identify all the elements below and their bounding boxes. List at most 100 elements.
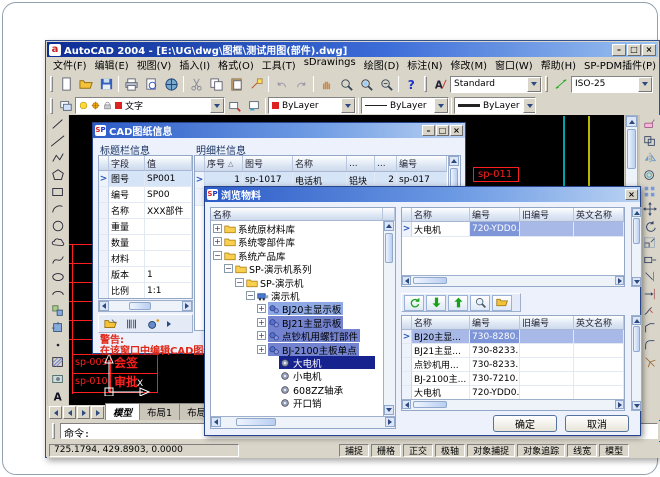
status-toggle-0[interactable]: 捕捉 <box>339 444 369 457</box>
table-row[interactable]: >BJ20主显...730-8280... <box>402 330 624 344</box>
make-block-button[interactable] <box>48 319 68 336</box>
toolbar-grip[interactable] <box>50 98 53 114</box>
tree-node[interactable]: 系统零部件库 <box>224 235 297 248</box>
dialog-close-button[interactable]: × <box>450 125 463 136</box>
tree-item-5[interactable]: −演示机 <box>211 289 383 302</box>
tree-item-0[interactable]: +系统原材料库 <box>211 222 383 235</box>
menu-item-6[interactable]: sDrawings <box>300 56 360 73</box>
toolbar-grip[interactable] <box>424 76 427 92</box>
combo-drop-button[interactable] <box>523 98 536 113</box>
dim-style-combo[interactable]: ISO-25 <box>571 76 653 93</box>
tree-vscrollbar[interactable] <box>383 221 395 417</box>
combo-drop-button[interactable] <box>341 98 355 113</box>
stretch-button[interactable] <box>640 251 660 268</box>
scroll-up-button[interactable] <box>632 316 641 325</box>
expand-plus-icon[interactable]: + <box>213 237 222 246</box>
break-button[interactable] <box>640 302 660 319</box>
scroll-left-button[interactable] <box>402 276 411 285</box>
tree-item-8[interactable]: +点钞机用螺钉部件 <box>211 329 383 342</box>
tree-node[interactable]: BJ-2100主板单点 <box>268 343 359 356</box>
scroll-left-button[interactable] <box>211 417 221 427</box>
tree-node[interactable]: SP-演示机 <box>246 276 305 289</box>
tree-node[interactable]: 点钞机用螺钉部件 <box>268 329 360 342</box>
tree-item-2[interactable]: −系统产品库 <box>211 249 383 262</box>
menu-item-8[interactable]: 标注(N) <box>403 56 446 73</box>
array-button[interactable] <box>640 183 660 200</box>
status-toggle-2[interactable]: 正交 <box>403 444 433 457</box>
toolbar-overflow[interactable] <box>164 321 174 327</box>
scroll-down-button[interactable] <box>632 401 641 410</box>
column-header[interactable]: 字段 <box>109 156 145 171</box>
table-row[interactable]: 名称XXX部件 <box>99 203 192 219</box>
tab-模型[interactable]: 模型 <box>105 403 140 420</box>
column-header[interactable]: 编号 <box>470 316 520 330</box>
combo-drop-button[interactable] <box>210 98 224 113</box>
scrollbar-thumb[interactable] <box>236 418 276 426</box>
undo-button[interactable] <box>271 74 291 94</box>
tree-item-10[interactable]: 大电机 <box>211 356 383 369</box>
scroll-up-button[interactable] <box>626 116 637 127</box>
ellipse-arc-button[interactable] <box>48 285 68 302</box>
scroll-right-button[interactable] <box>182 301 192 311</box>
tree-hscrollbar[interactable] <box>211 416 395 428</box>
table-row[interactable]: >大电机720-YDD0... <box>402 222 624 237</box>
search-button[interactable] <box>470 295 490 311</box>
column-header[interactable]: 序号△ <box>205 156 243 172</box>
tab-nav-next[interactable] <box>77 406 90 419</box>
scroll-down-button[interactable] <box>632 277 641 286</box>
mirror-button[interactable] <box>640 149 660 166</box>
column-header[interactable]: 图号 <box>243 156 293 172</box>
scroll-right-button[interactable] <box>385 417 395 427</box>
tab-nav-first[interactable] <box>49 406 62 419</box>
rotate-button[interactable] <box>640 217 660 234</box>
cancel-button[interactable]: 取消 <box>565 415 629 432</box>
column-header[interactable]: 旧编号 <box>520 316 574 330</box>
text-style-button[interactable]: A <box>430 74 450 94</box>
column-header[interactable]: 名称 <box>412 316 470 330</box>
help-button[interactable]: ? <box>401 74 421 94</box>
open-folder-button[interactable] <box>492 295 512 311</box>
scroll-right-button[interactable] <box>615 400 624 409</box>
layer-previous-button[interactable] <box>244 97 263 114</box>
edit-sheet-button[interactable] <box>101 315 120 332</box>
column-header[interactable]: 编号 <box>397 156 447 172</box>
table-row[interactable]: >图号SP001 <box>99 171 192 187</box>
expand-plus-icon[interactable]: + <box>257 345 266 354</box>
scrollbar-thumb[interactable] <box>385 233 393 263</box>
toolbar-grip[interactable] <box>545 76 548 92</box>
scale-button[interactable] <box>640 234 660 251</box>
titleblock-hscrollbar[interactable] <box>98 300 193 312</box>
column-header[interactable]: 旧编号 <box>520 208 574 222</box>
table-row[interactable]: 比例1:1 <box>99 283 192 299</box>
tree-node[interactable]: 开口销 <box>279 396 324 409</box>
tree-item-6[interactable]: +BJ20主显示板 <box>211 302 383 315</box>
move-button[interactable] <box>640 200 660 217</box>
paste-button[interactable] <box>226 74 246 94</box>
trim-button[interactable] <box>640 268 660 285</box>
plot-button[interactable] <box>121 74 141 94</box>
point-button[interactable] <box>48 336 68 353</box>
chamfer-button[interactable] <box>640 319 660 336</box>
layer-freeze-icon[interactable] <box>91 101 100 110</box>
open-button[interactable] <box>76 74 96 94</box>
status-toggle-3[interactable]: 极轴 <box>435 444 465 457</box>
publish-button[interactable] <box>161 74 181 94</box>
tab-布局1[interactable]: 布局1 <box>139 403 180 420</box>
lineweight-combo[interactable]: ByLayer <box>454 97 536 114</box>
zoom-previous-button[interactable] <box>376 74 396 94</box>
browse-dialog-close-button[interactable]: × <box>625 189 638 200</box>
tree-item-1[interactable]: +系统零部件库 <box>211 235 383 248</box>
construction-line-button[interactable] <box>48 132 68 149</box>
table-row[interactable]: 重量 <box>99 219 192 235</box>
add-part-button[interactable] <box>143 315 162 332</box>
tree-item-13[interactable]: 开口销 <box>211 396 383 409</box>
table-row[interactable]: 材料 <box>99 251 192 267</box>
polyline-button[interactable] <box>48 149 68 166</box>
expand-plus-icon[interactable]: + <box>257 331 266 340</box>
tree-node[interactable]: 系统产品库 <box>224 249 288 262</box>
match-properties-button[interactable] <box>246 74 266 94</box>
dialog-minimize-button[interactable]: – <box>422 125 435 136</box>
table-row[interactable]: 编号SP00 <box>99 187 192 203</box>
pan-button[interactable] <box>316 74 336 94</box>
scrollbar-thumb[interactable] <box>413 401 447 408</box>
